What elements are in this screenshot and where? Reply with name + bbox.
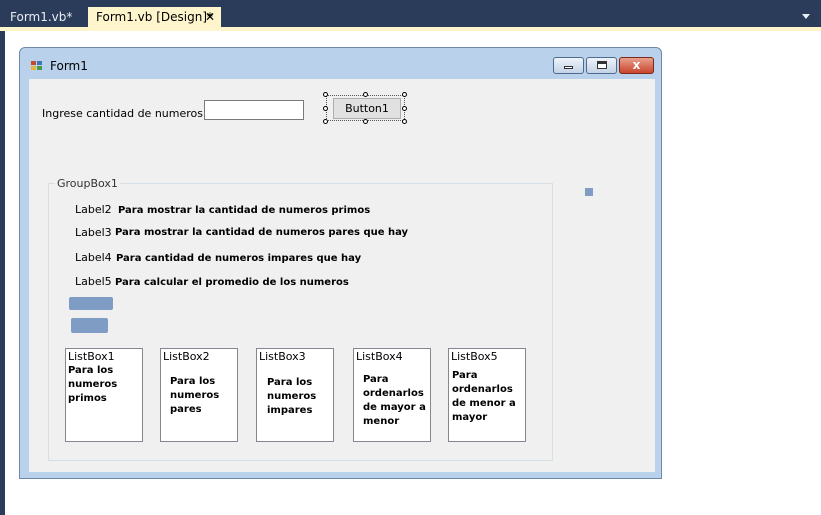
resize-handle[interactable] <box>363 119 368 124</box>
listbox-name: ListBox5 <box>451 350 498 363</box>
listbox-name: ListBox1 <box>68 350 115 363</box>
listbox3[interactable]: ListBox3 Para los numeros impares <box>256 348 334 442</box>
tab-form1-code[interactable]: Form1.vb* <box>2 7 80 27</box>
selected-label-blob[interactable] <box>69 297 113 310</box>
minimize-button[interactable] <box>553 57 584 74</box>
label4[interactable]: Label4 <box>75 251 112 264</box>
form-client-area[interactable]: Ingrese cantidad de numeros Button1 Grou… <box>29 79 655 472</box>
listbox1[interactable]: ListBox1 Para los numeros primos <box>65 348 143 442</box>
tab-form1-design[interactable]: Form1.vb [Design]* ✕ <box>88 7 221 27</box>
listbox4[interactable]: ListBox4 Para ordenarlos de mayor a meno… <box>353 348 431 442</box>
resize-glyph[interactable] <box>585 188 593 196</box>
document-tab-bar: Form1.vb* Form1.vb [Design]* ✕ <box>0 0 821 27</box>
button1[interactable]: Button1 <box>333 98 401 119</box>
form-window[interactable]: Form1 x Ingrese cantidad de numeros Butt… <box>19 47 662 479</box>
label3-note: Para mostrar la cantidad de numeros pare… <box>115 227 409 238</box>
resize-handle[interactable] <box>323 119 328 124</box>
label4-note: Para cantidad de numeros impares que hay <box>116 253 362 264</box>
tab-label: Form1.vb* <box>10 10 73 24</box>
label2[interactable]: Label2 <box>75 203 112 216</box>
listbox2[interactable]: ListBox2 Para los numeros pares <box>160 348 238 442</box>
label3[interactable]: Label3 <box>75 226 112 239</box>
prompt-label: Ingrese cantidad de numeros <box>42 107 203 120</box>
minimize-icon <box>564 66 573 69</box>
close-icon: x <box>632 58 641 72</box>
listbox5[interactable]: ListBox5 Para ordenarlos de menor a mayo… <box>448 348 526 442</box>
resize-handle[interactable] <box>323 92 328 97</box>
label5[interactable]: Label5 <box>75 275 112 288</box>
quantity-textbox[interactable] <box>204 100 304 120</box>
listbox-name: ListBox4 <box>356 350 403 363</box>
selected-label-blob[interactable] <box>71 318 108 333</box>
form-close-button[interactable]: x <box>619 57 654 74</box>
listbox-name: ListBox2 <box>163 350 210 363</box>
chevron-down-icon[interactable] <box>802 14 810 19</box>
listbox-note: Para los numeros primos <box>68 365 118 404</box>
label5-note: Para calcular el promedio de los numeros <box>115 277 349 288</box>
listbox-note: Para los numeros pares <box>170 376 220 415</box>
listbox-note: Para ordenarlos de menor a mayor <box>452 370 516 423</box>
resize-handle[interactable] <box>402 119 407 124</box>
maximize-icon <box>597 61 607 69</box>
tab-label: Form1.vb [Design]* <box>96 10 214 24</box>
resize-handle[interactable] <box>402 106 407 111</box>
maximize-button[interactable] <box>586 57 617 74</box>
listbox-name: ListBox3 <box>259 350 306 363</box>
resize-handle[interactable] <box>323 106 328 111</box>
listbox-note: Para ordenarlos de mayor a menor <box>363 374 426 427</box>
resize-handle[interactable] <box>363 92 368 97</box>
form-app-icon <box>31 61 43 71</box>
groupbox-caption: GroupBox1 <box>55 177 120 190</box>
listbox-note: Para los numeros impares <box>267 377 317 416</box>
label2-note: Para mostrar la cantidad de numeros prim… <box>118 205 371 216</box>
resize-handle[interactable] <box>402 92 407 97</box>
form-title: Form1 <box>50 59 88 73</box>
close-icon[interactable]: ✕ <box>205 7 215 27</box>
